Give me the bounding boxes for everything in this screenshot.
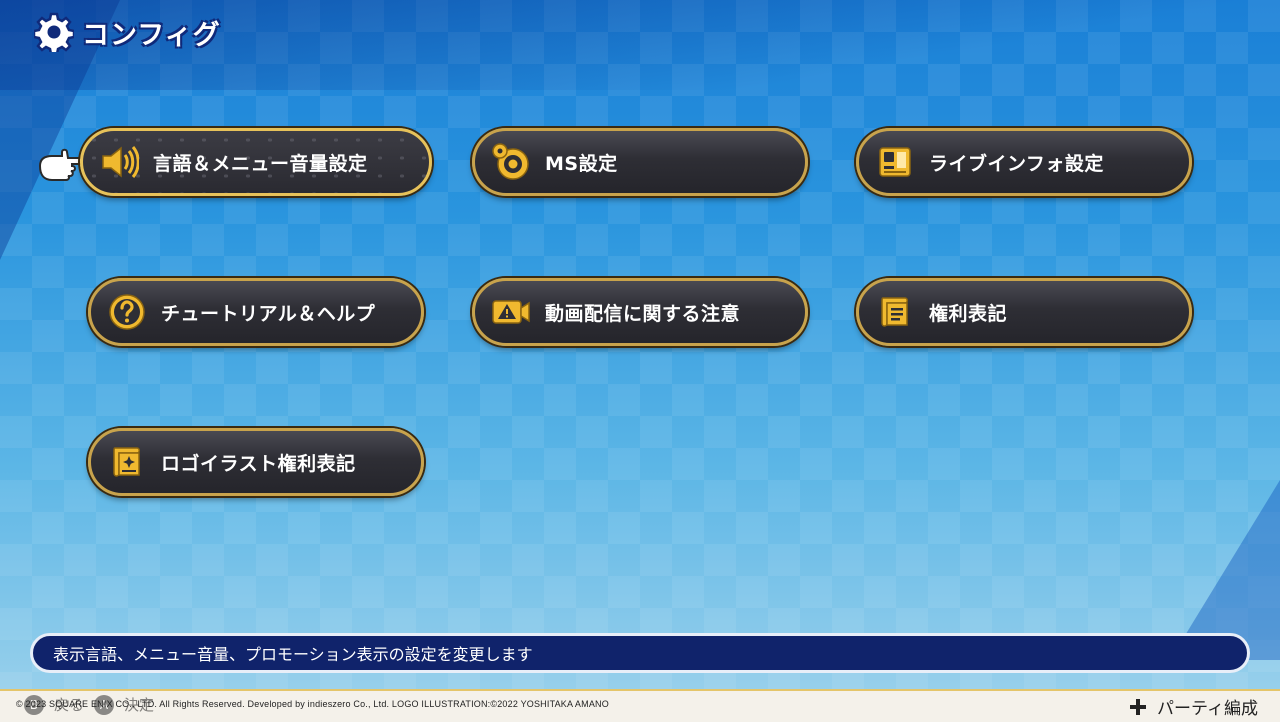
copyright-text: © 2023 SQUARE ENIX CO., LTD. All Rights … <box>16 699 609 709</box>
description-text: 表示言語、メニュー音量、プロモーション表示の設定を変更します <box>53 645 533 664</box>
menu-item-ms-settings[interactable]: MS設定 <box>472 128 808 196</box>
menu-item-label: 言語＆メニュー音量設定 <box>153 152 368 175</box>
menu-item-language-volume[interactable]: 言語＆メニュー音量設定 <box>80 128 432 196</box>
description-bar: 表示言語、メニュー音量、プロモーション表示の設定を変更します <box>30 633 1250 673</box>
menu-item-label: チュートリアル＆ヘルプ <box>161 302 376 325</box>
menu-item-live-info[interactable]: ライブインフォ設定 <box>856 128 1192 196</box>
menu-item-label: ロゴイラスト権利表記 <box>161 452 356 475</box>
gear-icon <box>34 12 74 52</box>
menu-item-rights[interactable]: 権利表記 <box>856 278 1192 346</box>
party-formation-label: パーティ編成 <box>1157 699 1258 719</box>
menu-item-tutorial-help[interactable]: チュートリアル＆ヘルプ <box>88 278 424 346</box>
page-header: コンフィグ <box>34 12 221 52</box>
menu-item-label: ライブインフォ設定 <box>929 152 1104 175</box>
menu-item-label: 動画配信に関する注意 <box>545 302 741 325</box>
scroll-sparkle-icon <box>113 447 140 477</box>
scroll-icon <box>881 297 908 327</box>
ms-settings-icon <box>492 143 529 180</box>
menu-item-label: MS設定 <box>545 152 618 175</box>
video-warning-icon <box>492 300 530 324</box>
speaker-icon <box>102 146 139 178</box>
page-title: コンフィグ <box>82 19 221 51</box>
footer-bar: B 戻る A 決定 © 2023 SQUARE ENIX CO., LTD. A… <box>0 689 1280 722</box>
help-icon <box>109 294 145 330</box>
party-formation-button[interactable]: パーティ編成 <box>1129 694 1258 719</box>
live-info-icon <box>879 147 911 177</box>
background-pattern <box>0 0 1280 720</box>
menu-item-streaming-notice[interactable]: 動画配信に関する注意 <box>472 278 808 346</box>
plus-icon <box>1130 698 1147 715</box>
menu-item-label: 権利表記 <box>929 302 1008 325</box>
menu-item-logo-illustration-rights[interactable]: ロゴイラスト権利表記 <box>88 428 424 496</box>
